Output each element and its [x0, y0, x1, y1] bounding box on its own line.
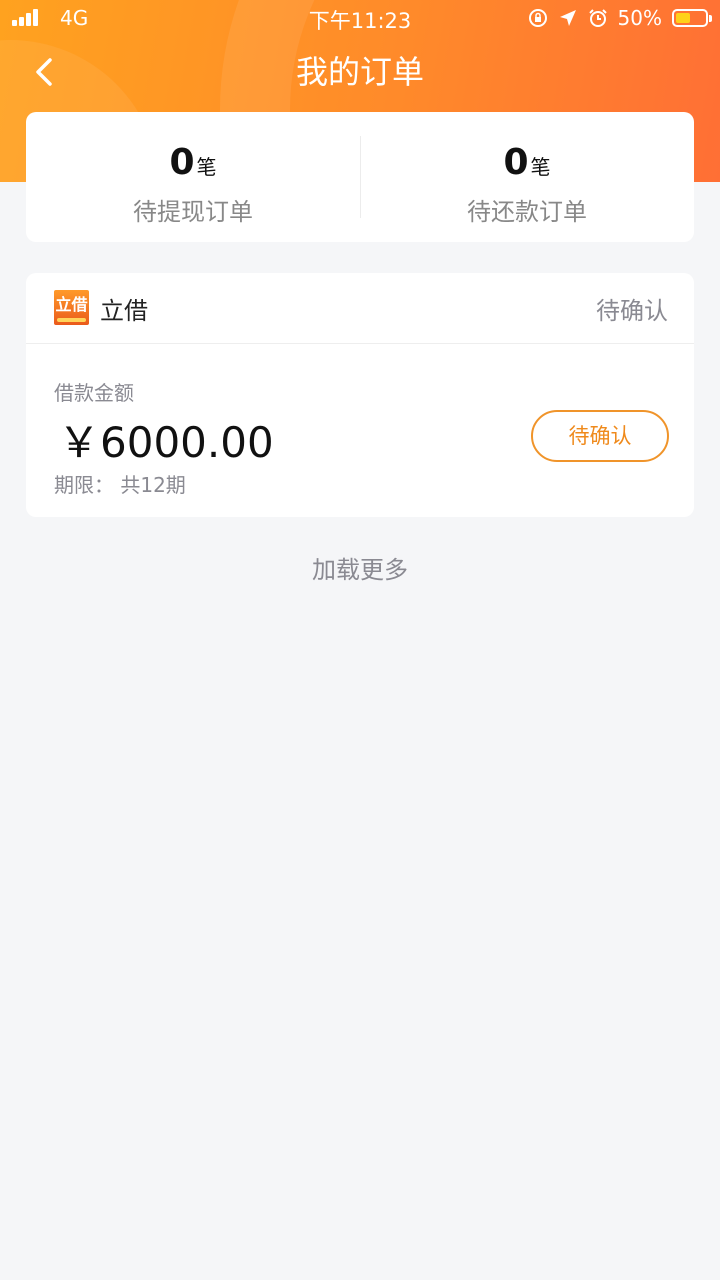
count-unit: 笔: [196, 155, 217, 179]
loan-term: 期限： 共12期: [54, 473, 186, 497]
count-number: 0: [503, 142, 529, 183]
pending-withdrawal-label: 待提现订单: [133, 198, 253, 226]
amount-value: ￥6000.00: [58, 418, 274, 467]
rotation-lock-icon: [528, 8, 548, 28]
lender-logo: 立借: [54, 290, 89, 325]
order-card[interactable]: 立借 立借 待确认 借款金额 ￥6000.00 期限： 共12期 待确认: [26, 273, 694, 517]
order-summary-card: 0笔 待提现订单 0笔 待还款订单: [26, 112, 694, 242]
battery-percent: 50%: [617, 6, 662, 30]
battery-icon: [672, 9, 712, 27]
alarm-icon: [588, 8, 608, 28]
pending-withdrawal-summary[interactable]: 0笔 待提现订单: [26, 112, 360, 242]
lender-name: 立借: [100, 297, 148, 325]
pending-repayment-label: 待还款订单: [467, 198, 587, 226]
count-unit: 笔: [530, 155, 551, 179]
status-bar: 4G 下午11:23 50%: [0, 0, 720, 36]
page-title: 我的订单: [295, 53, 424, 91]
status-indicators: 50%: [528, 5, 712, 31]
pending-withdrawal-count: 0笔: [26, 142, 360, 183]
lender-logo-text: 立借: [55, 295, 88, 314]
order-status: 待确认: [596, 297, 668, 325]
load-more-button[interactable]: 加载更多: [0, 550, 720, 585]
pending-repayment-summary[interactable]: 0笔 待还款订单: [360, 112, 694, 242]
order-card-header: 立借 立借 待确认: [26, 273, 694, 344]
count-number: 0: [169, 142, 195, 183]
location-icon: [558, 8, 578, 28]
pending-confirm-button[interactable]: 待确认: [531, 410, 669, 462]
pending-repayment-count: 0笔: [360, 142, 694, 183]
amount-label: 借款金额: [54, 381, 134, 405]
